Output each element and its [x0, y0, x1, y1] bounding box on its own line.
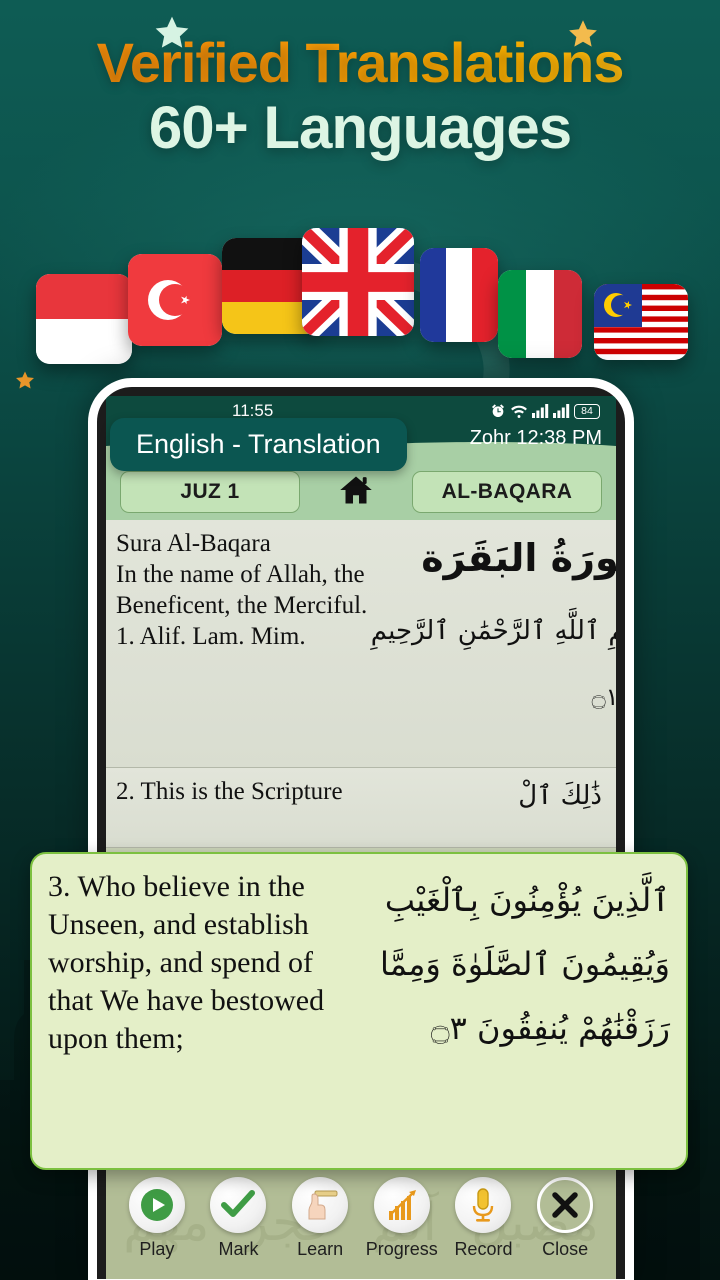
signal-bars-icon	[532, 404, 549, 418]
sura-selector-button[interactable]: AL-BAQARA	[412, 471, 602, 513]
toolbar-button-progress[interactable]: Progress	[363, 1177, 441, 1260]
toolbar-items: Play Mark Learn Progress Record Close	[106, 1177, 616, 1279]
hand-pointer-icon	[292, 1177, 349, 1233]
highlighted-arabic-line-3: رَزَقْنَٰهُمْ يُنفِقُونَ ۝٣	[430, 1009, 670, 1047]
toolbar-label: Mark	[218, 1239, 259, 1259]
promo-headline: Verified Translations 60+ Languages	[0, 34, 720, 162]
next-prayer-time: Zohr 12:38 PM	[469, 426, 602, 449]
play-icon	[128, 1177, 185, 1233]
home-button[interactable]	[330, 472, 382, 513]
flag-france	[420, 248, 498, 342]
quran-content[interactable]: Sura Al-Baqara In the name of Allah, the…	[106, 520, 616, 848]
bottom-toolbar: مصبلآلمحجرمهم Play	[106, 1167, 616, 1279]
toolbar-label: Progress	[365, 1239, 438, 1259]
verse-block[interactable]: Sura Al-Baqara In the name of Allah, the…	[106, 520, 616, 768]
highlighted-verse-card[interactable]: 3. Who believe in the Unseen, and establ…	[30, 852, 688, 1170]
toolbar-label: Record	[454, 1239, 513, 1259]
verse-2-arabic: ذَٰلِكَ ٱلْ	[518, 781, 602, 811]
bismillah-arabic: بِسْمِ ٱللَّهِ ٱلرَّحْمَٰنِ ٱلرَّحِيمِ	[370, 615, 616, 646]
home-icon	[336, 472, 376, 513]
headline-secondary: 60+ Languages	[148, 94, 572, 162]
flag-italy	[498, 270, 582, 358]
wifi-icon	[510, 403, 528, 419]
check-icon	[210, 1177, 267, 1233]
quran-nav-bar: JUZ 1 AL-BAQARA	[106, 464, 616, 520]
highlighted-verse-translation: 3. Who believe in the Unseen, and establ…	[48, 870, 325, 1056]
highlighted-arabic-line-1: ٱلَّذِينَ يُؤْمِنُونَ بِٱلْغَيْبِ	[384, 881, 670, 919]
battery-indicator: 84	[574, 403, 600, 419]
toolbar-button-mark[interactable]: Mark	[199, 1177, 277, 1260]
verse-arabic: ذَٰلِكَ ٱلْ	[371, 776, 606, 818]
toolbar-button-play[interactable]: Play	[118, 1177, 196, 1260]
signal-bars-icon	[553, 404, 570, 418]
flag-indonesia	[36, 274, 132, 364]
verse-translation: Sura Al-Baqara In the name of Allah, the…	[116, 530, 368, 650]
headline-primary: Verified Translations	[0, 34, 720, 91]
toolbar-label: Learn	[297, 1239, 344, 1259]
flag-row	[0, 218, 720, 368]
verse-arabic: سُورَةُ البَقَرَة بِسْمِ ٱللَّهِ ٱلرَّحْ…	[371, 528, 616, 717]
flag-united-kingdom	[302, 228, 414, 336]
toolbar-button-learn[interactable]: Learn	[281, 1177, 359, 1260]
alarm-icon	[490, 403, 506, 419]
close-x-icon	[537, 1177, 594, 1233]
highlighted-verse-arabic: ٱلَّذِينَ يُؤْمِنُونَ بِٱلْغَيْبِ وَيُقِ…	[340, 868, 670, 1060]
verse-translation: 2. This is the Scripture	[116, 778, 343, 805]
highlighted-arabic-line-2: وَيُقِيمُونَ ٱلصَّلَوٰةَ وَمِمَّا	[379, 945, 670, 983]
verse-block[interactable]: 2. This is the Scripture ذَٰلِكَ ٱلْ	[106, 768, 616, 848]
star-icon	[14, 370, 36, 392]
verse-1-arabic: الٓمٓ ۝١	[591, 683, 616, 712]
juz-selector-button[interactable]: JUZ 1	[120, 471, 300, 513]
bar-chart-arrow-icon	[373, 1177, 430, 1233]
sura-title-arabic: سُورَةُ البَقَرَة	[421, 536, 616, 580]
status-icon-group: 84	[490, 403, 600, 419]
flag-turkey	[128, 254, 222, 346]
promo-screen: Verified Translations 60+ Languages 11:5…	[0, 0, 720, 1280]
microphone-icon	[455, 1177, 512, 1233]
toolbar-label: Close	[542, 1239, 589, 1259]
toolbar-label: Play	[139, 1239, 175, 1259]
flag-malaysia	[594, 284, 688, 360]
translation-tooltip: English - Translation	[110, 418, 407, 471]
toolbar-button-close[interactable]: Close	[526, 1177, 604, 1260]
toolbar-button-record[interactable]: Record	[444, 1177, 522, 1260]
